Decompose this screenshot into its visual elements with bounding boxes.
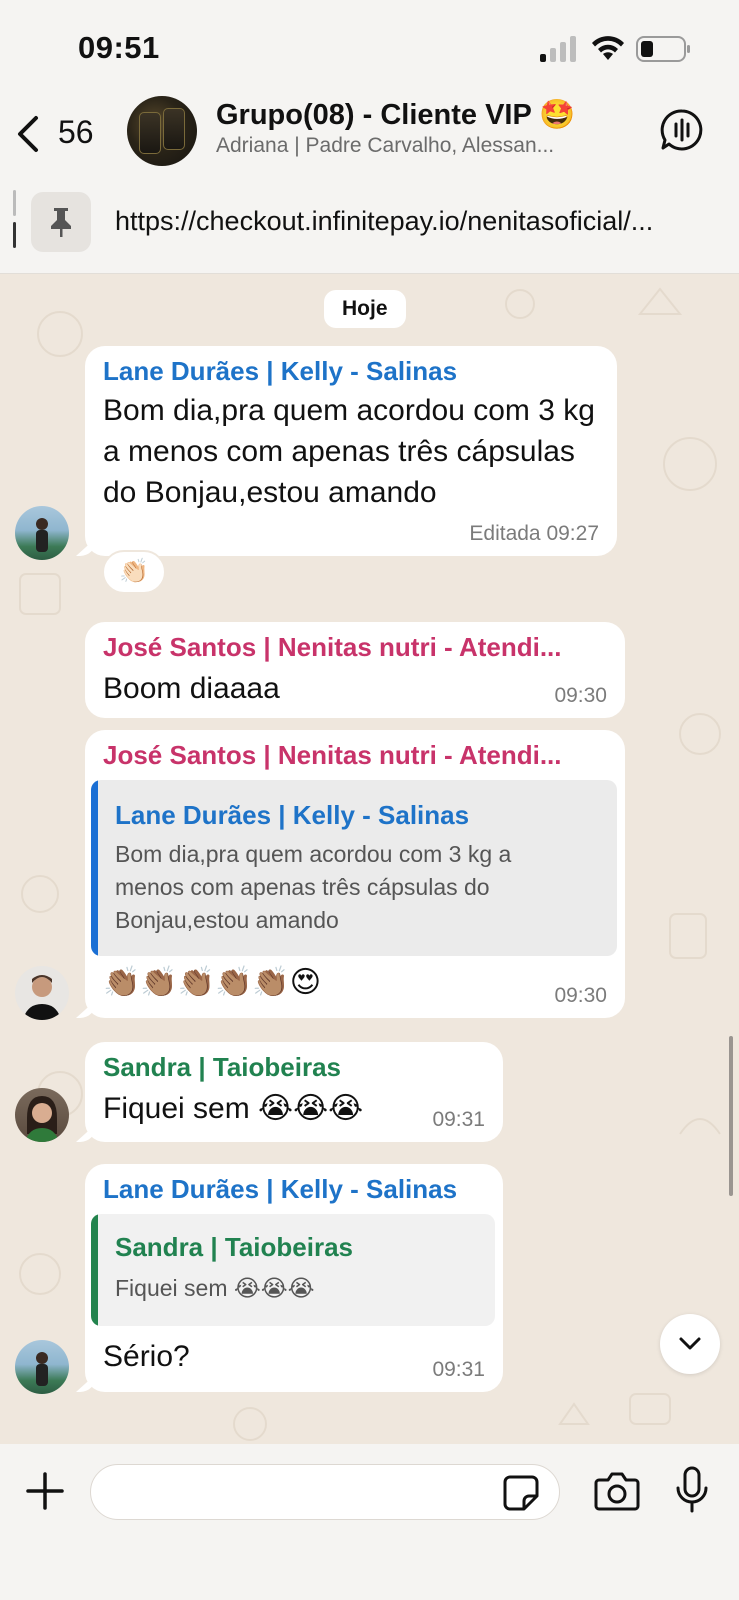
message-reaction[interactable]: 👏🏻 [102, 550, 166, 594]
message-sender[interactable]: Lane Durães | Kelly - Salinas [103, 356, 457, 387]
message-time: 09:31 [432, 1358, 485, 1381]
pin-icon-box [31, 192, 91, 252]
chat-area[interactable]: Hoje Lane Durães | Kelly - Salinas Bom d… [0, 274, 739, 1444]
message-sender[interactable]: José Santos | Nenitas nutri - Atendi... [103, 740, 562, 771]
sender-avatar[interactable] [15, 966, 69, 1020]
battery-icon [636, 36, 690, 62]
wifi-icon [592, 36, 624, 60]
message-composer [0, 1444, 739, 1600]
cellular-signal-icon [540, 36, 576, 62]
pinned-position-indicator [13, 190, 17, 252]
message-bubble[interactable]: Sandra | Taiobeiras Fiquei sem 😭😭😭 09:31 [85, 1042, 503, 1142]
scrollbar[interactable] [729, 1036, 733, 1196]
quoted-sender: Lane Durães | Kelly - Salinas [115, 800, 470, 830]
message-sender[interactable]: Sandra | Taiobeiras [103, 1052, 341, 1083]
message-time: 09:31 [432, 1108, 485, 1131]
quoted-text: Bom dia,pra quem acordou com 3 kg a meno… [115, 841, 512, 933]
message-sender[interactable]: Lane Durães | Kelly - Salinas [103, 1174, 457, 1205]
message-time: Editada 09:27 [469, 522, 599, 545]
message-text: Fiquei sem 😭😭😭 [103, 1092, 364, 1125]
group-title[interactable]: Grupo(08) - Cliente VIP 🤩 [216, 98, 575, 132]
pinned-message-bar[interactable]: https://checkout.infinitepay.io/nenitaso… [0, 178, 739, 274]
camera-icon[interactable] [594, 1470, 640, 1512]
microphone-icon[interactable] [674, 1466, 710, 1514]
status-time: 09:51 [78, 30, 160, 65]
chevron-down-icon [679, 1337, 701, 1350]
message-bubble[interactable]: José Santos | Nenitas nutri - Atendi... … [85, 622, 625, 718]
group-avatar[interactable] [127, 96, 197, 166]
message-bubble[interactable]: Lane Durães | Kelly - Salinas Sandra | T… [85, 1164, 503, 1392]
sender-avatar[interactable] [15, 506, 69, 560]
message-bubble[interactable]: José Santos | Nenitas nutri - Atendi... … [85, 730, 625, 1018]
chat-header: 56 Grupo(08) - Cliente VIP 🤩 Adriana | P… [0, 92, 739, 178]
group-members[interactable]: Adriana | Padre Carvalho, Alessan... [216, 134, 554, 158]
scroll-to-bottom-button[interactable] [660, 1314, 720, 1374]
back-chevron-icon[interactable] [14, 112, 44, 156]
message-sender[interactable]: José Santos | Nenitas nutri - Atendi... [103, 632, 562, 663]
message-text: Sério? [103, 1340, 190, 1373]
sticker-icon[interactable] [502, 1474, 540, 1512]
sender-avatar[interactable] [15, 1088, 69, 1142]
quoted-message[interactable]: Sandra | Taiobeiras Fiquei sem 😭😭😭 [91, 1214, 495, 1326]
quoted-message[interactable]: Lane Durães | Kelly - Salinas Bom dia,pr… [91, 780, 617, 956]
message-time: 09:30 [554, 684, 607, 707]
message-text: Boom diaaaa [103, 672, 280, 705]
message-bubble[interactable]: Lane Durães | Kelly - Salinas Bom dia,pr… [85, 346, 617, 556]
unread-count[interactable]: 56 [58, 114, 94, 151]
message-input[interactable] [90, 1464, 560, 1520]
plus-icon[interactable] [24, 1470, 66, 1512]
status-bar: 09:51 [0, 0, 739, 92]
quoted-sender: Sandra | Taiobeiras [115, 1232, 353, 1262]
message-text: Bom dia,pra quem acordou com 3 kg a meno… [103, 394, 595, 509]
pinned-link[interactable]: https://checkout.infinitepay.io/nenitaso… [115, 206, 715, 237]
quoted-text: Fiquei sem 😭😭😭 [115, 1275, 315, 1301]
date-separator: Hoje [324, 290, 406, 328]
pin-icon [51, 208, 71, 237]
sender-avatar[interactable] [15, 1340, 69, 1394]
message-text: 👏🏽👏🏽👏🏽👏🏽👏🏽😍 [103, 966, 322, 999]
voice-chat-icon[interactable] [660, 108, 704, 152]
message-time: 09:30 [554, 984, 607, 1007]
